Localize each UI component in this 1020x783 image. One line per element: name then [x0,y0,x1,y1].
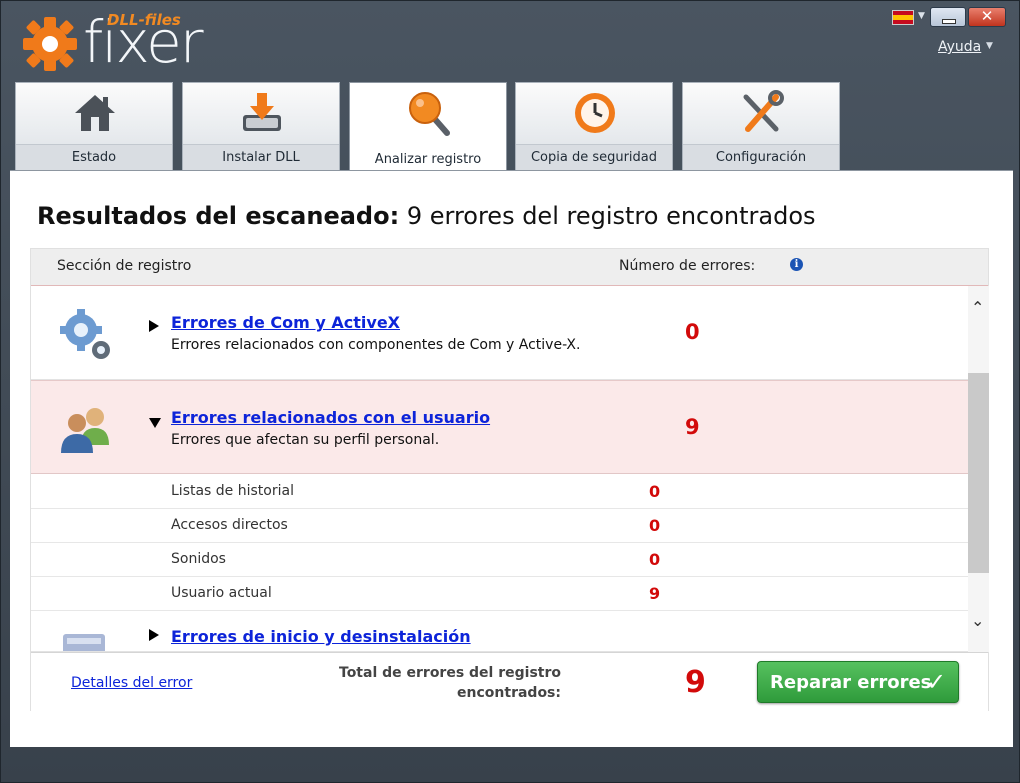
tab-copia-seguridad[interactable]: Copia de seguridad [515,82,673,170]
tab-label: Copia de seguridad [530,150,658,165]
scrollbar-thumb[interactable] [968,373,989,573]
tab-label: Analizar registro [374,152,482,167]
title-bold: Resultados del escaneado: [37,202,400,230]
total-label: Total de errores del registro encontrado… [331,663,561,703]
subitem-label: Accesos directos [171,517,288,533]
total-label-line-1: Total de errores del registro [339,665,561,681]
tab-label: Configuración [715,150,807,165]
app-window: fixer DLL-files ▼ ✕ Ayuda ▼ Estado Insta… [0,0,1020,783]
home-icon [75,95,115,131]
checkmark-icon: ✓ [926,668,947,696]
category-title[interactable]: Errores de inicio y desinstalación [171,627,471,646]
language-flag-icon[interactable] [892,10,914,25]
subitem-count: 0 [649,550,661,569]
page-title: Resultados del escaneado: 9 errores del … [37,202,816,230]
close-icon: ✕ [980,7,994,25]
column-header-section: Sección de registro [57,258,192,274]
category-error-count: 9 [685,415,700,439]
repair-errors-button[interactable]: Reparar errores ✓ [757,661,959,703]
subitem-count: 0 [649,516,661,535]
category-com-activex[interactable]: Errores de Com y ActiveX Errores relacio… [31,286,968,380]
list-header: Sección de registro Número de errores: i [31,249,988,286]
total-error-count: 9 [685,665,706,700]
scroll-up-icon[interactable]: ⌃ [971,298,984,317]
magnifier-icon [409,92,450,136]
close-button[interactable]: ✕ [968,7,1006,27]
column-header-count: Número de errores: [619,258,756,274]
clock-backup-icon [575,93,615,133]
logo-tagline: DLL-files [107,11,181,29]
category-usuario[interactable]: Errores relacionados con el usuario Erro… [31,380,968,474]
collapse-arrow-icon[interactable] [149,418,161,428]
subitem-label: Usuario actual [171,585,272,601]
category-error-count: 0 [685,320,700,344]
subitem-count: 0 [649,482,661,501]
subitem-label: Listas de historial [171,483,294,499]
tab-label: Instalar DLL [222,150,300,165]
list-item: Sonidos 0 [31,543,968,577]
startup-icon [63,634,105,651]
minimize-button[interactable] [930,7,966,27]
category-title[interactable]: Errores de Com y ActiveX [171,313,400,332]
tab-analizar-registro[interactable]: Analizar registro [349,82,507,172]
category-description: Errores relacionados con componentes de … [171,337,581,353]
tab-instalar-dll[interactable]: Instalar DLL [182,82,340,170]
category-description: Errores que afectan su perfil personal. [171,432,440,448]
title-summary: 9 errores del registro encontrados [406,202,816,230]
list-item: Usuario actual 9 [31,577,968,611]
scroll-down-icon[interactable]: ⌄ [971,611,984,630]
info-icon[interactable]: i [790,258,803,271]
repair-button-label: Reparar errores [770,672,932,693]
install-icon [243,93,281,131]
subitem-count: 9 [649,584,661,603]
expand-arrow-icon[interactable] [149,320,159,332]
list-item: Listas de historial 0 [31,475,968,509]
total-label-line-2: encontrados: [457,685,561,701]
help-dropdown-icon[interactable]: ▼ [986,41,993,51]
scrollbar[interactable]: ⌃ ⌄ [968,286,989,652]
error-details-link[interactable]: Detalles del error [71,675,192,691]
subitem-label: Sonidos [171,551,226,567]
users-icon [61,408,109,453]
tab-estado[interactable]: Estado [15,82,173,170]
gears-icon [60,309,110,359]
app-logo: fixer DLL-files [21,9,221,73]
category-title[interactable]: Errores relacionados con el usuario [171,408,490,427]
tab-label: Estado [71,150,117,165]
category-inicio-desinstalacion[interactable]: Errores de inicio y desinstalación [31,612,968,652]
results-footer: Detalles del error Total de errores del … [31,652,988,711]
gear-logo-icon [23,17,77,71]
expand-arrow-icon[interactable] [149,629,159,641]
results-list: Sección de registro Número de errores: i… [30,248,989,711]
tab-configuracion[interactable]: Configuración [682,82,840,170]
list-item: Accesos directos 0 [31,509,968,543]
help-menu[interactable]: Ayuda [938,39,981,55]
language-dropdown-icon[interactable]: ▼ [918,11,925,21]
tools-icon [743,90,784,132]
